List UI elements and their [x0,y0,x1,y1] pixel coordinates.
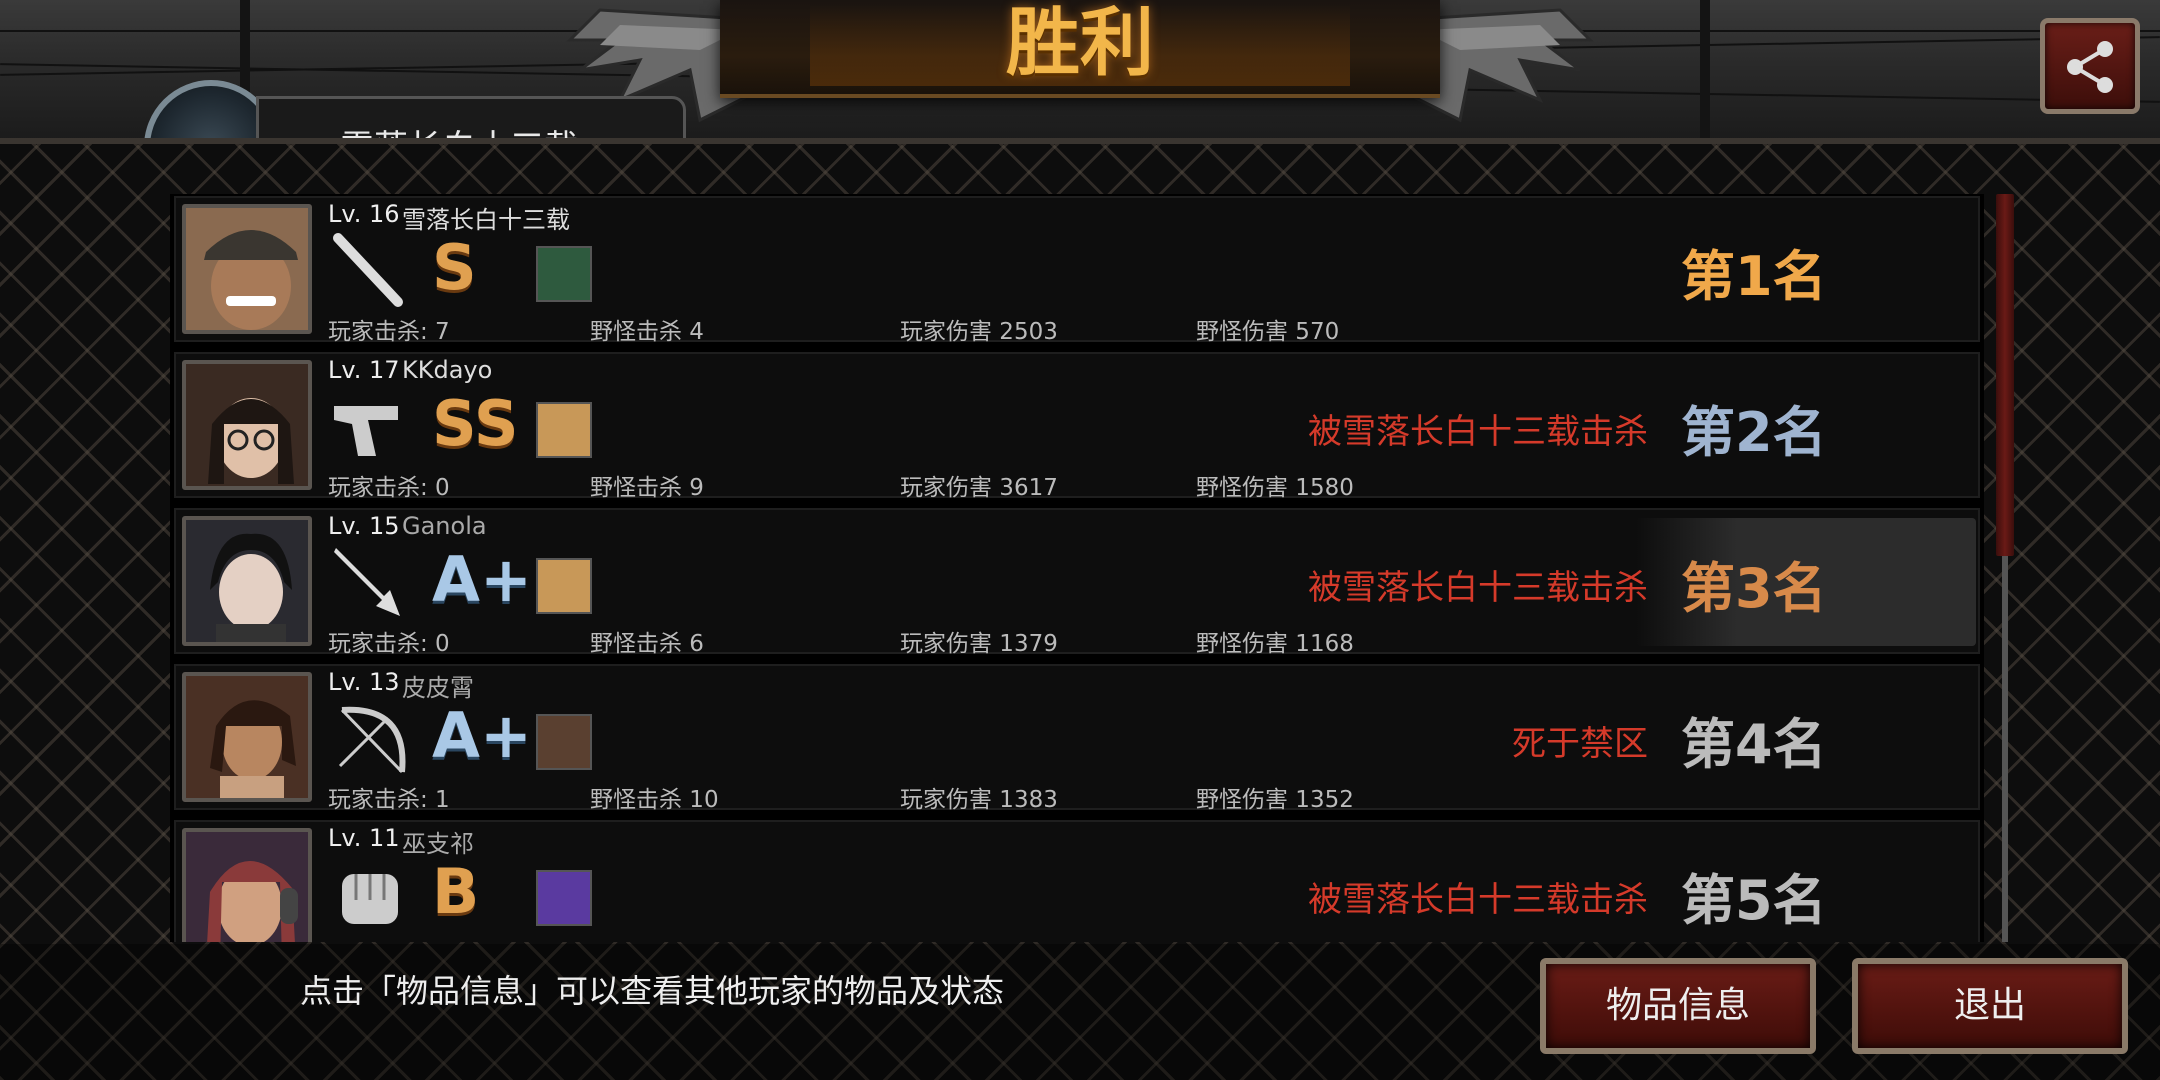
rank-label: 第4名 [1681,713,1827,776]
player-row[interactable]: Lv. 15 Ganola A+ 玩家击杀: 0 野怪击杀 6 玩家伤害 137… [174,508,1980,657]
bow-icon [338,706,406,774]
avatar [182,516,312,646]
item-slot[interactable] [536,558,592,614]
player-damage: 玩家伤害 1379 [900,631,1058,657]
rank-label: 第3名 [1681,557,1827,620]
player-row[interactable]: Lv. 13 皮皮霄 A+ 玩家击杀: 1 野怪击杀 10 玩家伤害 1383 … [174,664,1980,813]
grade-badge: A+ [432,699,532,772]
player-kills: 玩家击杀: 7 [328,319,450,345]
player-damage: 玩家伤害 3617 [900,475,1058,501]
player-level: Lv. 16 [328,200,400,228]
bat-icon [333,233,403,307]
player-row[interactable]: Lv. 16 雪落长白十三载 S 玩家击杀: 7 野怪击杀 4 玩家伤害 250… [174,196,1980,345]
item-slot[interactable] [536,246,592,302]
player-level: Lv. 15 [328,512,400,540]
rank-label: 第2名 [1681,401,1827,464]
avatar [182,204,312,334]
grade-badge: B [432,855,480,928]
fist-icon [342,874,398,924]
pistol-icon [334,406,398,456]
player-level: Lv. 17 [328,356,400,384]
rank-label: 第5名 [1681,869,1827,932]
death-status: 被雪落长白十三载击杀 [1308,412,1648,452]
player-name: Ganola [402,512,487,540]
item-slot[interactable] [536,714,592,770]
grade-badge: SS [432,387,519,460]
player-row[interactable]: Lv. 17 KKdayo SS 玩家击杀: 0 野怪击杀 9 玩家伤害 361… [174,352,1980,501]
item-slot[interactable] [536,870,592,926]
page-title: 胜利 [1006,0,1154,86]
share-button[interactable] [2040,18,2140,114]
monster-kills: 野怪击杀 4 [590,319,704,345]
title-banner: 胜利 [720,0,1440,98]
avatar [182,360,312,490]
item-slot[interactable] [536,402,592,458]
monster-damage: 野怪伤害 1352 [1196,787,1354,813]
monster-kills: 野怪击杀 6 [590,631,704,657]
footer-bar [0,944,2160,1080]
avatar [182,828,312,942]
monster-damage: 野怪伤害 1580 [1196,475,1354,501]
item-info-button[interactable]: 物品信息 [1540,958,1816,1054]
share-icon [2067,41,2113,93]
grade-badge: S [432,231,477,304]
death-status: 死于禁区 [1512,724,1648,764]
grade-badge: A+ [432,543,532,616]
monster-kills: 野怪击杀 9 [590,475,704,501]
player-kills: 玩家击杀: 0 [328,475,450,501]
hint-text: 点击「物品信息」可以查看其他玩家的物品及状态 [300,972,1005,1010]
player-damage: 玩家伤害 2503 [900,319,1058,345]
player-kills: 玩家击杀: 0 [328,631,450,657]
scrollbar-thumb[interactable] [1996,194,2014,556]
death-status: 被雪落长白十三载击杀 [1308,880,1648,920]
monster-damage: 野怪伤害 1168 [1196,631,1354,657]
player-kills: 玩家击杀: 1 [328,787,450,813]
avatar [182,672,312,802]
rank-label: 第1名 [1681,245,1827,308]
death-status: 被雪落长白十三载击杀 [1308,568,1648,608]
player-name: KKdayo [402,356,493,384]
player-level: Lv. 11 [328,824,400,852]
monster-kills: 野怪击杀 10 [590,787,719,813]
player-level: Lv. 13 [328,668,400,696]
player-row[interactable]: Lv. 11 巫支祁 B 被雪落长白十三载击杀 第5名 [174,820,1980,942]
knife-icon [334,548,400,616]
player-results-list[interactable]: Lv. 16 雪落长白十三载 S 玩家击杀: 7 野怪击杀 4 玩家伤害 250… [170,194,1984,942]
player-damage: 玩家伤害 1383 [900,787,1058,813]
exit-button[interactable]: 退出 [1852,958,2128,1054]
monster-damage: 野怪伤害 570 [1196,319,1340,345]
